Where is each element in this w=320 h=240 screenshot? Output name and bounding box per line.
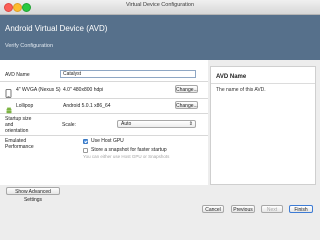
device-row: 4" WVGA (Nexus S) 4.0" 480x800 hdpi Chan…	[0, 81, 208, 99]
avd-config-window: Virtual Device Configuration Android Vir…	[0, 0, 320, 240]
previous-button[interactable]: Previous	[231, 205, 255, 213]
system-image-spec: Android 5.0.1 x86_64	[63, 103, 111, 109]
help-title: AVD Name	[216, 74, 247, 80]
device-spec: 4.0" 480x800 hdpi	[63, 87, 104, 93]
system-image-row: Lollipop Android 5.0.1 x86_64 Change...	[0, 98, 208, 114]
avd-name-input[interactable]	[60, 70, 196, 78]
use-host-gpu-label: Use Host GPU	[91, 138, 124, 144]
wizard-header: Android Virtual Device (AVD) Verify Conf…	[0, 15, 320, 60]
help-divider	[211, 83, 315, 84]
title-bar: Virtual Device Configuration	[0, 0, 320, 15]
gpu-snapshot-hint: You can either use Host GPU or Snapshots	[83, 154, 170, 159]
finish-button[interactable]: Finish	[289, 205, 313, 213]
cancel-button[interactable]: Cancel	[202, 205, 224, 213]
show-advanced-settings-button[interactable]: Show Advanced Settings	[6, 187, 60, 203]
startup-size-label: Startup size and orientation	[5, 116, 32, 134]
change-system-image-button[interactable]: Change...	[175, 101, 198, 109]
change-device-button[interactable]: Change...	[175, 85, 198, 93]
scale-label: Scale:	[62, 122, 76, 128]
device-name: 4" WVGA (Nexus S)	[16, 87, 61, 93]
use-host-gpu-checkbox[interactable]: Use Host GPU	[83, 138, 124, 144]
select-arrows-icon: ⇕	[188, 121, 193, 127]
store-snapshot-checkbox[interactable]: Store a snapshot for faster startup	[83, 147, 167, 153]
checkbox-checked-icon	[83, 138, 88, 144]
system-image-name: Lollipop	[16, 103, 34, 109]
window-title: Virtual Device Configuration	[125, 2, 195, 8]
help-panel: AVD Name The name of this AVD.	[210, 66, 316, 185]
help-text: The name of this AVD.	[216, 87, 266, 93]
checkbox-unchecked-icon	[83, 147, 88, 153]
avd-name-row: AVD Name	[0, 60, 208, 82]
page-subtitle: Verify Configuration	[5, 43, 53, 49]
emulated-performance-row: Emulated Performance Use Host GPU Store …	[0, 135, 208, 164]
avd-name-label: AVD Name	[5, 72, 30, 78]
page-title: Android Virtual Device (AVD)	[5, 24, 108, 33]
scale-select-value: Auto	[121, 121, 132, 127]
store-snapshot-label: Store a snapshot for faster startup	[91, 147, 167, 153]
next-button[interactable]: Next	[261, 205, 283, 213]
scale-select[interactable]: Auto ⇕	[117, 120, 196, 128]
configuration-form: AVD Name 4" WVGA (Nexus S) 4.0" 480x800 …	[0, 60, 208, 185]
emulated-performance-label: Emulated Performance	[5, 138, 34, 150]
startup-size-row: Startup size and orientation Scale: Auto…	[0, 113, 208, 136]
